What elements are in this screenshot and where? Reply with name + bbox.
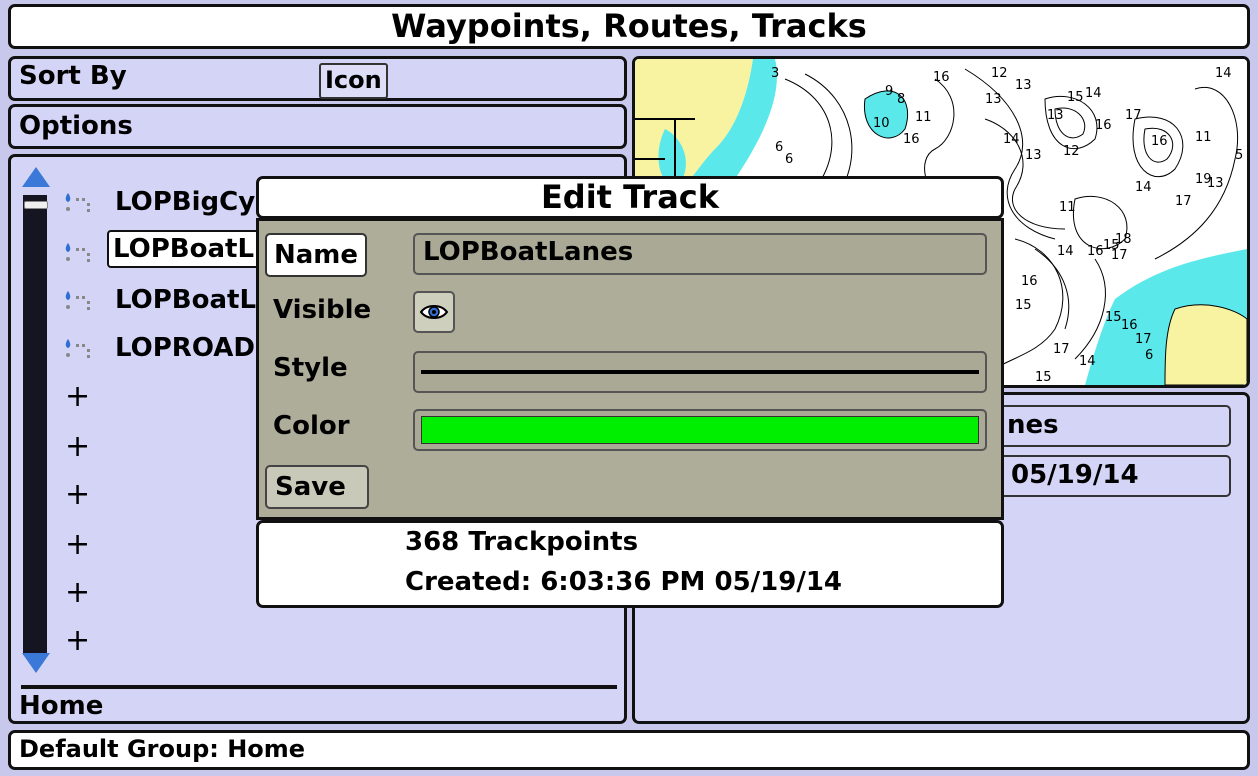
svg-text:9: 9 — [885, 84, 893, 99]
empty-slot[interactable]: + — [65, 429, 90, 464]
sort-by-value[interactable]: Icon — [319, 63, 388, 99]
detail-name: nes — [995, 405, 1231, 447]
svg-text:11: 11 — [915, 110, 932, 125]
save-button[interactable]: Save — [265, 465, 369, 509]
svg-text:16: 16 — [1121, 318, 1138, 333]
svg-text:15: 15 — [1105, 310, 1122, 325]
detail-date-text: 05/19/14 — [1011, 460, 1139, 490]
name-button[interactable]: Name — [265, 233, 367, 277]
svg-text:10: 10 — [873, 116, 890, 131]
svg-text:17: 17 — [1053, 342, 1070, 357]
svg-text:16: 16 — [933, 70, 950, 85]
svg-text:17: 17 — [1175, 194, 1192, 209]
sort-by-row[interactable]: Sort By Icon — [8, 56, 627, 101]
detail-date: 05/19/14 — [995, 455, 1231, 497]
svg-text:5: 5 — [1235, 148, 1243, 163]
svg-text:16: 16 — [903, 132, 920, 147]
style-label: Style — [273, 353, 348, 383]
name-value: LOPBoatLanes — [423, 237, 634, 267]
color-label: Color — [273, 411, 350, 441]
page-title: Waypoints, Routes, Tracks — [8, 4, 1250, 49]
trackpoint-count: 368 Trackpoints — [405, 527, 639, 557]
scrollbar[interactable] — [23, 195, 47, 655]
status-bar: Default Group: Home — [8, 730, 1250, 770]
svg-text:16: 16 — [1021, 274, 1038, 289]
svg-text:11: 11 — [1195, 130, 1212, 145]
dialog-title: Edit Track — [256, 176, 1004, 219]
visible-toggle[interactable] — [413, 291, 455, 333]
svg-text:17: 17 — [1125, 108, 1142, 123]
svg-text:15: 15 — [1015, 298, 1032, 313]
empty-slot[interactable]: + — [65, 379, 90, 414]
svg-text:6: 6 — [785, 152, 793, 167]
svg-text:13: 13 — [1047, 108, 1064, 123]
svg-text:14: 14 — [1003, 132, 1020, 147]
track-name: LOPBoatL — [107, 230, 261, 268]
svg-text:16: 16 — [1095, 118, 1112, 133]
group-name: Home — [19, 691, 104, 721]
svg-text:12: 12 — [1063, 144, 1080, 159]
sort-by-label: Sort By — [19, 61, 127, 91]
color-field[interactable] — [413, 409, 987, 451]
svg-text:15: 15 — [1067, 90, 1084, 105]
created-timestamp: Created: 6:03:36 PM 05/19/14 — [405, 567, 843, 597]
empty-slot[interactable]: + — [65, 575, 90, 610]
track-icon — [65, 339, 90, 358]
visible-label: Visible — [273, 295, 372, 325]
track-name: LOPBigCy — [115, 187, 256, 217]
eye-icon — [419, 305, 449, 319]
svg-text:19: 19 — [1195, 172, 1212, 187]
scroll-up-arrow-icon[interactable] — [22, 167, 50, 187]
svg-text:16: 16 — [1087, 244, 1104, 259]
detail-name-text: nes — [1007, 410, 1059, 440]
color-swatch — [421, 416, 979, 444]
empty-slot[interactable]: + — [65, 623, 90, 658]
track-icon — [65, 291, 90, 310]
svg-text:11: 11 — [1059, 200, 1076, 215]
track-name: LOPBoatL — [115, 285, 257, 315]
svg-text:6: 6 — [775, 140, 783, 155]
svg-text:14: 14 — [1135, 180, 1152, 195]
options-button[interactable]: Options — [8, 104, 627, 149]
svg-text:15: 15 — [1035, 370, 1052, 385]
svg-text:17: 17 — [1135, 332, 1152, 347]
svg-text:8: 8 — [897, 92, 905, 107]
name-field[interactable]: LOPBoatLanes — [413, 233, 987, 275]
empty-slot[interactable]: + — [65, 527, 90, 562]
svg-text:14: 14 — [1085, 86, 1102, 101]
svg-text:13: 13 — [1015, 78, 1032, 93]
svg-text:14: 14 — [1079, 354, 1096, 369]
svg-text:13: 13 — [1025, 148, 1042, 163]
track-icon — [65, 193, 90, 212]
svg-text:6: 6 — [1145, 348, 1153, 363]
svg-text:3: 3 — [771, 66, 779, 81]
divider — [21, 685, 617, 689]
track-icon — [65, 243, 90, 262]
svg-text:14: 14 — [1057, 244, 1074, 259]
line-style-preview — [421, 370, 979, 374]
svg-text:12: 12 — [991, 66, 1008, 81]
scrollbar-thumb[interactable] — [24, 201, 48, 209]
svg-text:14: 14 — [1215, 66, 1232, 81]
track-info-box: 368 Trackpoints Created: 6:03:36 PM 05/1… — [256, 520, 1004, 608]
svg-text:15: 15 — [1103, 238, 1120, 253]
track-name: LOPROAD — [115, 333, 255, 363]
scroll-down-arrow-icon[interactable] — [22, 653, 50, 673]
style-field[interactable] — [413, 351, 987, 393]
empty-slot[interactable]: + — [65, 477, 90, 512]
edit-track-dialog: Name LOPBoatLanes Visible Style Color Sa… — [256, 218, 1004, 520]
svg-text:13: 13 — [985, 92, 1002, 107]
svg-text:16: 16 — [1151, 134, 1168, 149]
